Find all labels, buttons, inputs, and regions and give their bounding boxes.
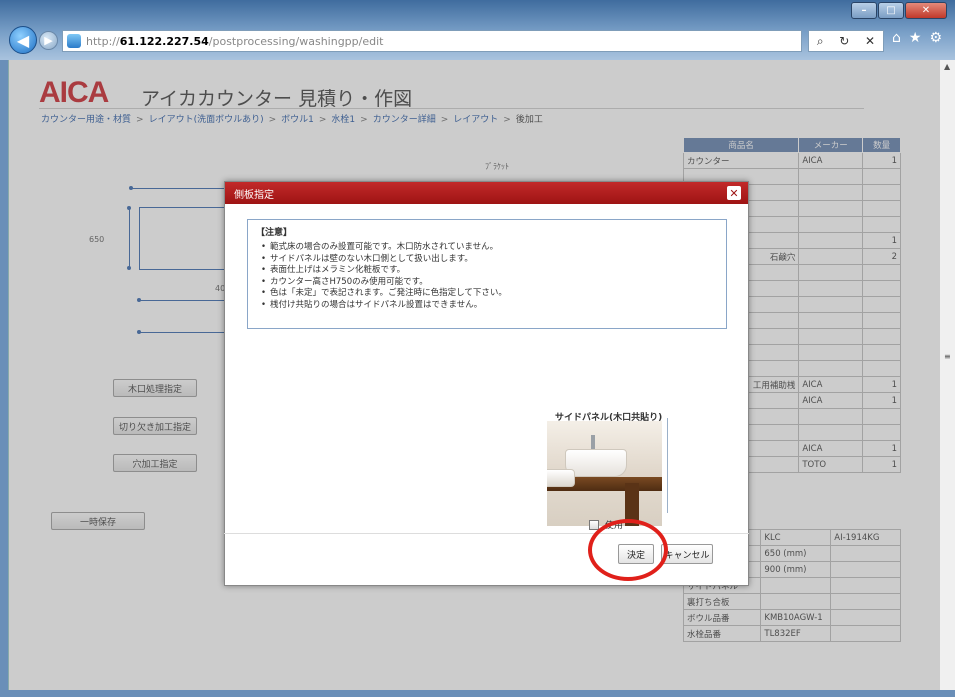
address-tools: ⌕ ↻ ✕: [808, 30, 884, 52]
dialog-title: 側板指定: [225, 182, 748, 204]
url-path: /postprocessing/washingpp/edit: [208, 34, 384, 48]
url-host: 61.122.227.54: [119, 34, 209, 48]
tools-gear-icon[interactable]: ⚙: [929, 30, 942, 46]
scroll-grip-icon[interactable]: ≡: [944, 352, 951, 361]
photo-frame-line: [667, 418, 668, 513]
search-icon[interactable]: ⌕: [817, 34, 824, 49]
scroll-up-arrow-icon[interactable]: ▲: [944, 62, 950, 71]
notice-title: 【注意】: [256, 228, 293, 238]
use-checkbox[interactable]: [589, 519, 599, 530]
page-viewport: AICA アイカカウンター 見積り・作図 カウンター用途・材質 > レイアウト(洗面…: [8, 60, 939, 690]
home-icon[interactable]: ⌂: [892, 30, 901, 46]
forward-button[interactable]: ▶: [39, 31, 58, 50]
window-controls: – □ ✕: [851, 2, 947, 19]
notice-box: 【注意】 範式床の場合のみ設置可能です。木口防水されていません。 サイドパネルは…: [247, 219, 727, 329]
notice-item: カウンター高さH750のみ使用可能です。: [261, 277, 718, 289]
url-scheme: http://: [86, 34, 120, 48]
notice-item: 色は「未定」で表記されます。ご発注時に色指定して下さい。: [261, 288, 718, 300]
back-button[interactable]: ◀: [9, 26, 37, 54]
notice-list: 範式床の場合のみ設置可能です。木口防水されていません。 サイドパネルは壁のない木…: [256, 242, 718, 311]
page-content: AICA アイカカウンター 見積り・作図 カウンター用途・材質 > レイアウト(洗面…: [9, 60, 939, 690]
side-panel-photo: [547, 421, 662, 526]
close-icon[interactable]: ✕: [727, 186, 741, 200]
notice-item: 表面仕上げはメラミン化粧板です。: [261, 265, 718, 277]
notice-item: 桟付け共貼りの場合はサイドパネル設置はできません。: [261, 300, 718, 312]
dialog-footer-divider: [224, 533, 749, 534]
favorites-icon[interactable]: ★: [909, 30, 922, 46]
window-bottom-frame: [0, 690, 955, 697]
red-highlight-circle: [588, 519, 668, 581]
browser-toolbar-icons: ⌂ ★ ⚙: [892, 30, 942, 46]
notice-item: サイドパネルは壁のない木口側として扱い出します。: [261, 254, 718, 266]
refresh-icon[interactable]: ↻: [839, 34, 849, 48]
minimize-button[interactable]: –: [851, 2, 877, 19]
favicon-icon: [67, 34, 81, 48]
cancel-button[interactable]: キャンセル: [661, 544, 713, 564]
notice-item: 範式床の場合のみ設置可能です。木口防水されていません。: [261, 242, 718, 254]
close-window-button[interactable]: ✕: [905, 2, 947, 19]
maximize-button[interactable]: □: [878, 2, 904, 19]
page-scrollbar[interactable]: ▲ ≡: [939, 60, 955, 690]
side-panel-dialog: 側板指定 ✕ 【注意】 範式床の場合のみ設置可能です。木口防水されていません。 …: [224, 181, 749, 586]
browser-titlebar: – □ ✕ ◀ ▶ http:// 61.122.227.54 /postpro…: [0, 0, 955, 60]
stop-icon[interactable]: ✕: [865, 34, 875, 48]
address-bar[interactable]: http:// 61.122.227.54 /postprocessing/wa…: [62, 30, 802, 52]
